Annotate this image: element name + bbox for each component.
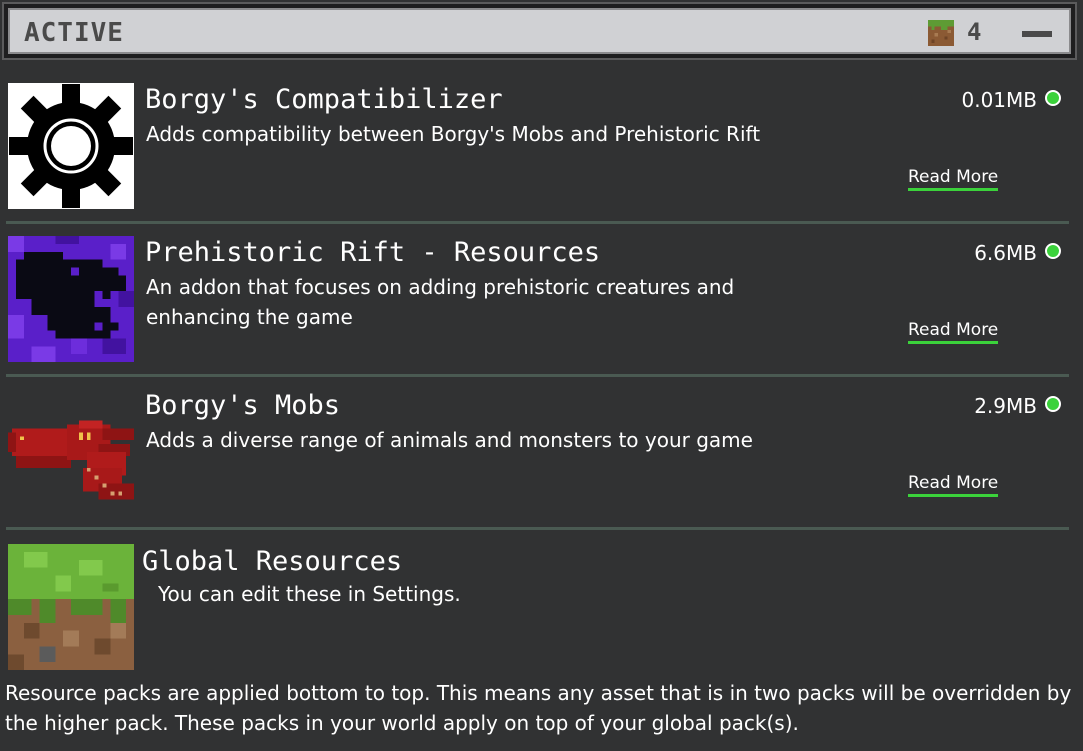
pack-description: An addon that focuses on adding prehisto…: [146, 275, 735, 329]
pack-row[interactable]: Borgy's Compatibilizer Adds compatibilit…: [6, 83, 1069, 236]
header-bar: ACTIVE 4: [8, 8, 1071, 54]
pack-row[interactable]: Borgy's Mobs Adds a diverse range of ani…: [6, 389, 1069, 542]
dinosaur-skull-icon: [8, 236, 134, 362]
collapse-button[interactable]: [1022, 31, 1052, 37]
pack-description: Adds a diverse range of animals and mons…: [146, 428, 753, 452]
grass-block-icon: [8, 544, 134, 670]
grass-block-icon: [928, 20, 954, 46]
divider: [6, 527, 1069, 530]
pack-name: Borgy's Mobs: [145, 390, 341, 421]
read-more-link[interactable]: Read More: [908, 167, 999, 191]
pack-name: Prehistoric Rift - Resources: [145, 237, 601, 268]
divider: [6, 374, 1069, 377]
global-resources-description: You can edit these in Settings.: [158, 582, 461, 606]
gear-icon: [8, 83, 134, 209]
pack-description: Adds compatibility between Borgy's Mobs …: [146, 122, 761, 146]
active-status-icon: [1045, 90, 1061, 106]
read-more-link[interactable]: Read More: [908, 320, 999, 344]
resource-pack-order-note: Resource packs are applied bottom to top…: [5, 681, 1072, 735]
active-section-header[interactable]: ACTIVE 4: [2, 2, 1077, 60]
active-status-icon: [1045, 243, 1061, 259]
section-title: ACTIVE: [24, 18, 124, 48]
pack-size: 6.6MB: [974, 241, 1037, 265]
pack-row[interactable]: Prehistoric Rift - Resources An addon th…: [6, 236, 1069, 389]
red-dragon-head-icon: [8, 389, 134, 515]
read-more-link[interactable]: Read More: [908, 473, 999, 497]
divider: [6, 221, 1069, 224]
global-resources-row[interactable]: Global Resources You can edit these in S…: [6, 544, 1069, 672]
pack-count: 4: [967, 18, 982, 46]
resource-packs-panel: ACTIVE 4 Borgy's Compatibilizer Adds com…: [0, 0, 1083, 751]
pack-size: 2.9MB: [974, 394, 1037, 418]
active-status-icon: [1045, 396, 1061, 412]
global-resources-title: Global Resources: [142, 546, 403, 577]
pack-size: 0.01MB: [961, 88, 1037, 112]
pack-name: Borgy's Compatibilizer: [145, 84, 503, 115]
